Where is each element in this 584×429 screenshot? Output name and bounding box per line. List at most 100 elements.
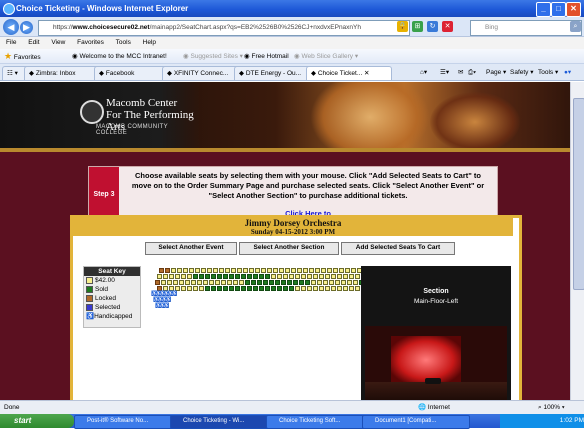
seat[interactable] [293, 280, 298, 285]
seat[interactable] [193, 286, 198, 291]
seat[interactable] [301, 286, 306, 291]
seat[interactable] [349, 286, 354, 291]
seat[interactable] [311, 280, 316, 285]
seat[interactable] [263, 280, 268, 285]
seat[interactable] [265, 274, 270, 279]
seat[interactable] [235, 274, 240, 279]
seat[interactable] [225, 268, 230, 273]
seat[interactable] [337, 274, 342, 279]
seat[interactable] [213, 268, 218, 273]
seat[interactable] [269, 280, 274, 285]
seat[interactable] [239, 280, 244, 285]
menu-edit[interactable]: Edit [28, 39, 39, 46]
seat[interactable] [275, 280, 280, 285]
add-selected-seats-button[interactable]: Add Selected Seats To Cart [341, 242, 455, 255]
logo[interactable]: Macomb Center For The Performing Arts MA… [0, 82, 200, 148]
seat[interactable] [325, 286, 330, 291]
seat[interactable] [253, 286, 258, 291]
seat[interactable] [297, 268, 302, 273]
favorites-item-hotmail[interactable]: ◉ Free Hotmail [244, 49, 289, 64]
scrollbar-thumb[interactable] [573, 98, 584, 290]
seat[interactable] [353, 280, 358, 285]
seat[interactable] [339, 268, 344, 273]
seat[interactable] [267, 268, 272, 273]
page-menu[interactable]: Page ▾ [486, 64, 506, 81]
seat[interactable] [307, 274, 312, 279]
seat[interactable] [223, 274, 228, 279]
seat[interactable] [183, 268, 188, 273]
seat[interactable] [261, 268, 266, 273]
seat[interactable] [241, 286, 246, 291]
seat[interactable] [323, 280, 328, 285]
seat[interactable] [253, 274, 258, 279]
seat[interactable] [193, 274, 198, 279]
seat[interactable] [199, 286, 204, 291]
seat[interactable] [217, 274, 222, 279]
maximize-button[interactable]: □ [551, 2, 566, 17]
seat[interactable] [243, 268, 248, 273]
safety-menu[interactable]: Safety ▾ [510, 64, 534, 81]
seat[interactable] [331, 286, 336, 291]
seat[interactable] [187, 274, 192, 279]
seat-map[interactable]: ♿ ♿ ♿ ♿ ♿ ♿ ♿ ♿ ♿ ♿ ♿ ♿ ♿ [151, 268, 364, 328]
seat[interactable] [283, 286, 288, 291]
seat[interactable] [215, 280, 220, 285]
seat[interactable] [199, 274, 204, 279]
seat[interactable] [281, 280, 286, 285]
select-another-event-button[interactable]: Select Another Event [145, 242, 237, 255]
seat[interactable] [319, 274, 324, 279]
seat[interactable] [205, 286, 210, 291]
seat[interactable] [181, 274, 186, 279]
search-icon[interactable]: ⌕ [570, 21, 581, 32]
help-icon[interactable]: ●▾ [564, 64, 571, 81]
seat[interactable] [189, 268, 194, 273]
seat[interactable] [155, 280, 160, 285]
seat[interactable] [301, 274, 306, 279]
seat[interactable] [229, 274, 234, 279]
seat[interactable] [355, 286, 360, 291]
seat[interactable] [217, 286, 222, 291]
seat[interactable] [295, 274, 300, 279]
seat[interactable] [197, 280, 202, 285]
refresh-icon[interactable]: ↻ [427, 21, 438, 32]
seat[interactable] [159, 268, 164, 273]
seat[interactable] [327, 268, 332, 273]
seat[interactable] [271, 274, 276, 279]
seat[interactable] [223, 286, 228, 291]
seat[interactable] [237, 268, 242, 273]
seat[interactable] [277, 274, 282, 279]
close-button[interactable]: ✕ [566, 2, 581, 17]
seat[interactable] [303, 268, 308, 273]
seat[interactable] [221, 280, 226, 285]
seat[interactable] [259, 274, 264, 279]
seat[interactable] [251, 280, 256, 285]
seat[interactable] [247, 274, 252, 279]
address-bar[interactable]: https://www.choicesecure02.net/mainapp2/… [38, 20, 410, 36]
taskbar-item-choice-software[interactable]: Choice Ticketing Soft... [266, 415, 374, 429]
seat[interactable] [317, 280, 322, 285]
seat[interactable] [211, 286, 216, 291]
seat[interactable] [169, 274, 174, 279]
start-button[interactable]: start [0, 414, 74, 428]
seat[interactable] [349, 274, 354, 279]
menu-file[interactable]: File [6, 39, 16, 46]
seat[interactable] [201, 268, 206, 273]
seat[interactable] [231, 268, 236, 273]
page-scrollbar[interactable] [570, 82, 584, 400]
seat[interactable] [333, 268, 338, 273]
seat[interactable] [227, 280, 232, 285]
favorites-item-suggested[interactable]: ◉ Suggested Sites ▾ [183, 49, 243, 64]
tab-choice-ticketing[interactable]: ◆ Choice Ticket... ✕ [306, 66, 392, 80]
favorites-button[interactable]: ★ Favorites [4, 49, 41, 65]
tab-dte[interactable]: ◆ DTE Energy - Ou... [234, 66, 314, 80]
internet-zone[interactable]: 🌐 Internet [418, 401, 450, 414]
taskbar-item-document1[interactable]: Document1 [Compati... [362, 415, 470, 429]
seat[interactable] [181, 286, 186, 291]
lock-icon[interactable]: 🔒 [397, 21, 408, 32]
seat[interactable] [283, 274, 288, 279]
seat[interactable] [245, 280, 250, 285]
seat[interactable] [163, 274, 168, 279]
seat[interactable] [209, 280, 214, 285]
seat[interactable] [157, 274, 162, 279]
seat[interactable] [177, 268, 182, 273]
